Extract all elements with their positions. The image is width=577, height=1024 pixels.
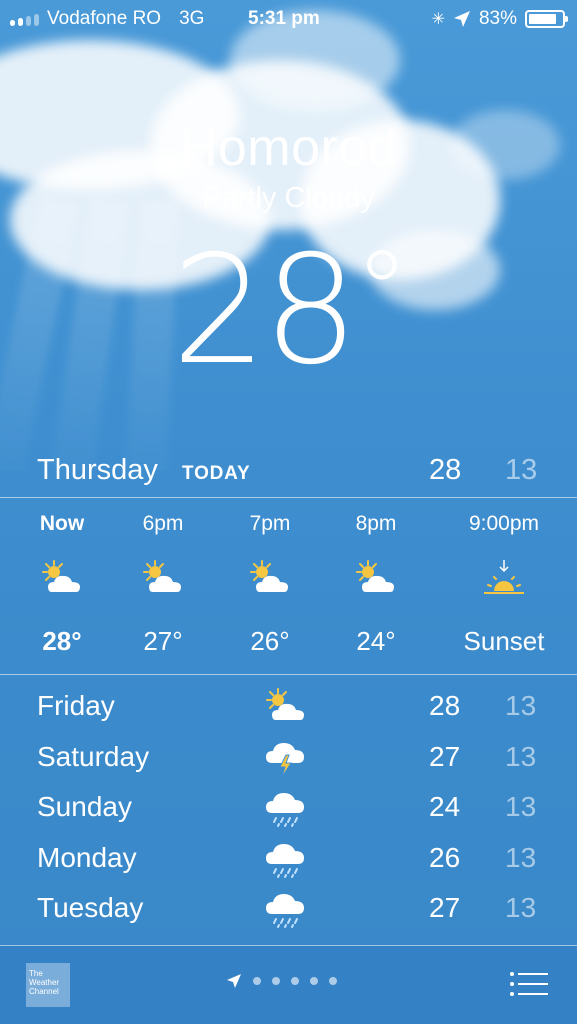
city-name: Homorod [179, 119, 398, 177]
daily-row: Monday 26 13 [0, 836, 577, 886]
today-summary-row: Thursday TODAY 28 13 [0, 448, 577, 496]
daily-row: Friday 28 13 [0, 684, 577, 734]
page-dot[interactable] [329, 977, 337, 985]
daily-row: Tuesday 27 13 [0, 886, 577, 936]
hourly-value: 28° [42, 626, 82, 656]
daily-high: 24 [429, 791, 461, 822]
hourly-value: 27° [143, 626, 183, 656]
today-low: 13 [505, 454, 538, 486]
daily-high: 26 [429, 841, 461, 873]
hourly-time-label: 9:00pm [468, 512, 540, 535]
partly-cloudy-sun-icon [352, 558, 400, 598]
today-day-name: Thursday [37, 454, 158, 486]
hourly-time-label: 7pm [249, 512, 291, 535]
current-condition: Partly Cloudy [202, 182, 375, 214]
page-dot[interactable] [253, 977, 261, 985]
hourly-forecast[interactable]: Now 28° 6pm 27° 7pm 26° 8pm 24° 9:00pm Sunset [0, 498, 577, 674]
daily-day-name: Friday [37, 690, 115, 721]
rain-icon [262, 888, 310, 930]
signal-strength-icon [10, 12, 39, 26]
status-bar: Vodafone RO 3G 5:31 pm ✳ 83% [0, 0, 577, 38]
battery-icon [525, 10, 568, 28]
rain-icon [262, 787, 310, 829]
page-indicator[interactable] [226, 973, 337, 989]
bottom-toolbar: The Weather Channel [0, 945, 577, 1024]
daily-low: 13 [505, 740, 537, 772]
carrier-name: Vodafone RO [47, 8, 162, 29]
daily-day-name: Tuesday [37, 892, 144, 923]
partly-cloudy-sun-icon [246, 558, 294, 598]
status-right: ✳ 83% [431, 8, 568, 30]
divider-middle [0, 674, 577, 675]
location-arrow-icon [453, 11, 470, 27]
partly-cloudy-sun-icon [139, 558, 187, 598]
page-dot[interactable] [310, 977, 318, 985]
daily-day-name: Sunday [37, 791, 132, 822]
hourly-time-label: 6pm [142, 512, 184, 535]
current-location-arrow-icon [227, 974, 241, 988]
today-tag: TODAY [182, 463, 251, 484]
partly-cloudy-sun-icon [38, 558, 86, 598]
current-temperature: 28° [171, 224, 410, 398]
page-dot[interactable] [291, 977, 299, 985]
status-time: 5:31 pm [248, 8, 320, 29]
hourly-time-label: Now [39, 512, 85, 535]
daily-low: 13 [505, 892, 537, 923]
today-high: 28 [429, 454, 462, 486]
network-type: 3G [179, 8, 205, 29]
daily-row: Saturday 27 13 [0, 735, 577, 785]
sunset-icon [480, 558, 528, 598]
daily-row: Sunday 24 13 [0, 785, 577, 835]
thunderstorm-icon [262, 737, 310, 779]
daily-low: 13 [505, 690, 537, 721]
hourly-value: Sunset [463, 626, 545, 656]
daily-low: 13 [505, 841, 537, 873]
daily-day-name: Monday [37, 841, 137, 873]
partly-cloudy-sun-icon [262, 686, 310, 728]
list-icon[interactable] [509, 971, 549, 997]
daily-day-name: Saturday [37, 740, 150, 772]
rain-icon [262, 838, 310, 880]
daily-low: 13 [505, 791, 537, 822]
daily-high: 27 [429, 892, 461, 923]
activity-spinner-icon: ✳ [431, 11, 445, 28]
page-dot[interactable] [272, 977, 280, 985]
status-left: Vodafone RO 3G [10, 8, 204, 30]
daily-high: 27 [429, 740, 461, 772]
weather-channel-logo[interactable]: The Weather Channel [26, 963, 70, 1007]
daily-high: 28 [429, 690, 461, 721]
hourly-value: 24° [356, 626, 396, 656]
current-temperature-value: 28 [171, 224, 359, 398]
hourly-time-label: 8pm [355, 512, 397, 535]
divider-bottom [0, 945, 577, 946]
battery-percent: 83% [478, 8, 517, 29]
hourly-value: 26° [250, 626, 290, 656]
